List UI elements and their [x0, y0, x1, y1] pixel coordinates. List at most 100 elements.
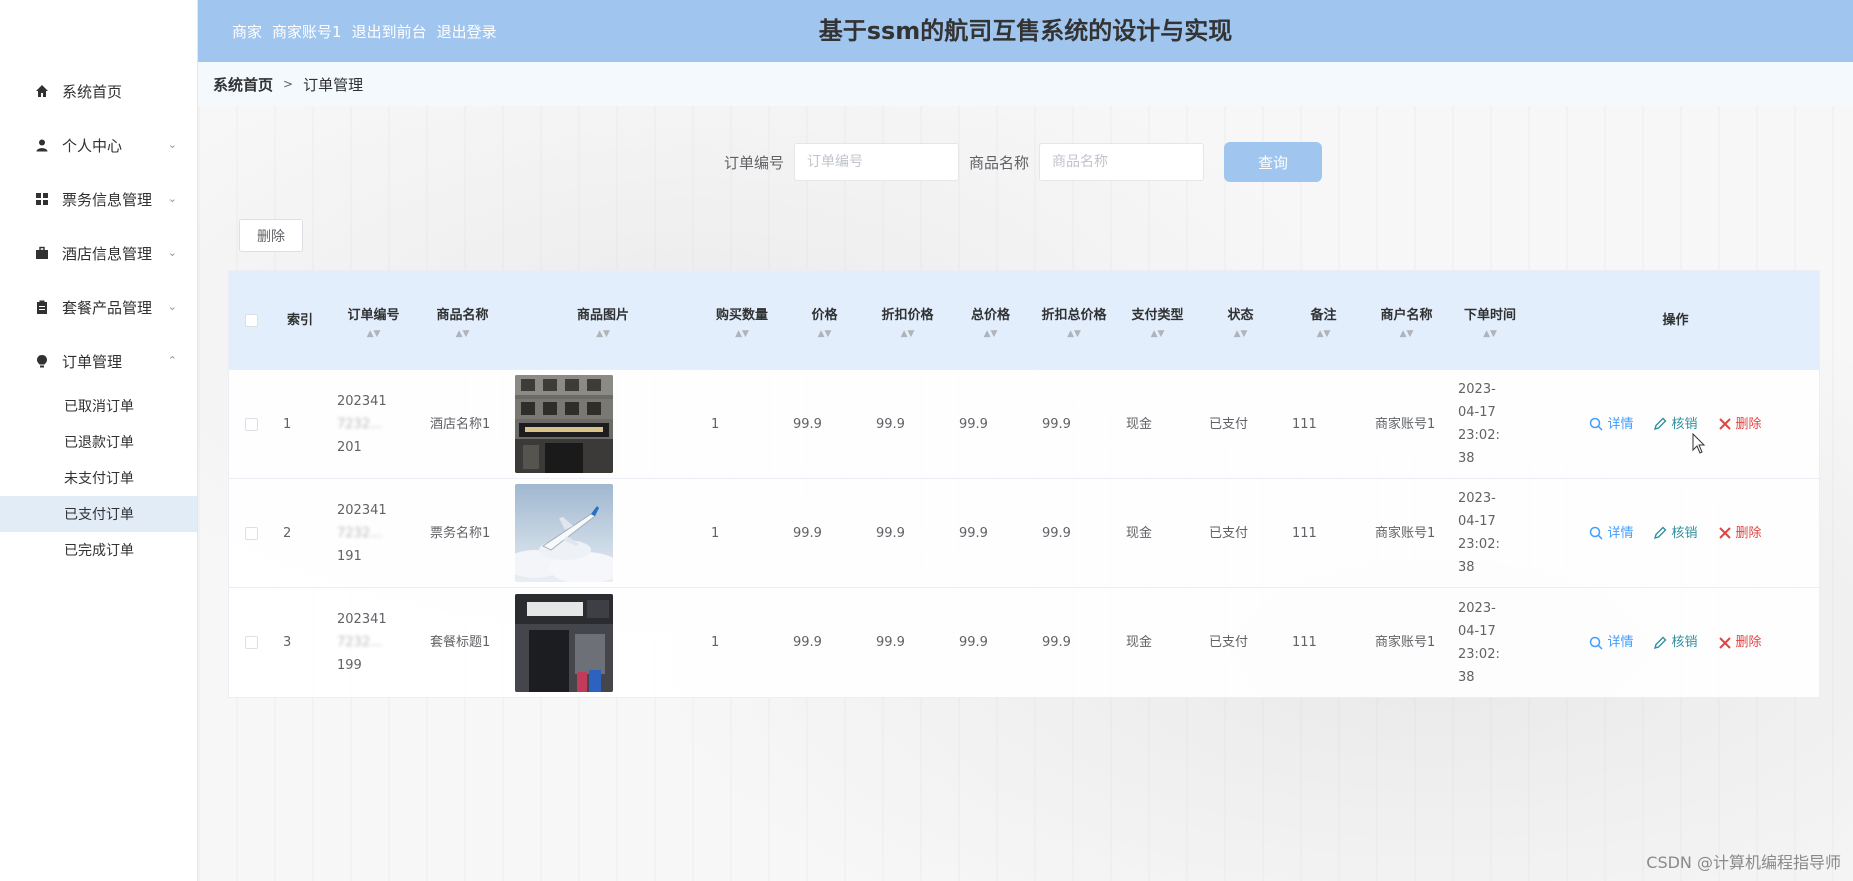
- query-button[interactable]: 查询: [1224, 142, 1323, 182]
- verify-button[interactable]: 核销: [1653, 631, 1698, 654]
- sort-icon[interactable]: ▲▼: [984, 329, 998, 339]
- verify-button[interactable]: 核销: [1653, 413, 1698, 436]
- row-checkbox[interactable]: [244, 417, 258, 431]
- sort-icon[interactable]: ▲▼: [596, 329, 610, 339]
- cell-merchant: 商家账号1: [1375, 525, 1436, 541]
- detail-button[interactable]: 详情: [1589, 522, 1633, 545]
- sort-icon[interactable]: ▲▼: [1317, 329, 1331, 339]
- search-icon: [1590, 636, 1603, 650]
- col-header-product-img[interactable]: 商品图片 ▲▼: [505, 271, 701, 369]
- product-name-input[interactable]: [1039, 143, 1205, 181]
- submenu-item-completed[interactable]: 已完成订单: [0, 532, 197, 568]
- product-thumbnail-hotel[interactable]: [515, 375, 613, 473]
- verify-button[interactable]: 核销: [1653, 522, 1698, 545]
- order-no-line: 202341: [337, 612, 387, 627]
- sidebar-item-label: 个人中心: [62, 136, 123, 155]
- sort-icon[interactable]: ▲▼: [367, 329, 381, 339]
- cell-pay-type: 现金: [1126, 525, 1153, 541]
- col-header-merchant[interactable]: 商户名称 ▲▼: [1365, 271, 1448, 369]
- product-thumbnail-plane[interactable]: [515, 484, 613, 582]
- batch-delete-button[interactable]: 删除: [239, 219, 303, 252]
- row-checkbox[interactable]: [244, 636, 258, 649]
- breadcrumb: 系统首页 > 订单管理: [198, 62, 1853, 106]
- delete-button[interactable]: 删除: [1718, 413, 1762, 436]
- submenu-item-unpaid[interactable]: 未支付订单: [0, 460, 197, 496]
- row-checkbox[interactable]: [244, 526, 258, 540]
- logout-link[interactable]: 退出登录: [437, 21, 497, 42]
- time-line: 23:02:: [1458, 428, 1500, 443]
- cell-pay-type: 现金: [1126, 416, 1153, 432]
- top-header: 基于ssm的航司互售系统的设计与实现 商家 商家账号1 退出到前台 退出登录: [198, 0, 1853, 62]
- col-header-discount-price[interactable]: 折扣价格 ▲▼: [866, 271, 949, 369]
- col-header-note[interactable]: 备注 ▲▼: [1282, 271, 1365, 369]
- breadcrumb-home[interactable]: 系统首页: [213, 74, 273, 95]
- cell-ops: 详情 核销 删除: [1532, 588, 1819, 697]
- sort-icon[interactable]: ▲▼: [818, 329, 832, 339]
- col-header-total-price[interactable]: 总价格 ▲▼: [949, 271, 1032, 369]
- time-line: 38: [1458, 560, 1475, 575]
- time-line: 04-17: [1458, 623, 1496, 639]
- delete-button[interactable]: 删除: [1718, 631, 1762, 654]
- col-header-order-time[interactable]: 下单时间 ▲▼: [1448, 271, 1532, 369]
- cell-index: 3: [283, 635, 292, 650]
- col-header-label: 商品图片: [576, 307, 629, 323]
- sidebar-item-packages[interactable]: 套餐产品管理 ⌄: [0, 280, 197, 334]
- submenu-item-paid[interactable]: 已支付订单: [0, 496, 197, 532]
- time-line: 04-17: [1458, 514, 1496, 529]
- col-header-index-label: 索引: [286, 312, 313, 328]
- sort-icon[interactable]: ▲▼: [1151, 329, 1165, 339]
- sidebar-item-hotels[interactable]: 酒店信息管理 ⌄: [0, 226, 197, 280]
- cell-merchant: 商家账号1: [1375, 416, 1436, 432]
- delete-button[interactable]: 删除: [1718, 522, 1762, 545]
- chevron-down-icon: ⌄: [167, 300, 177, 313]
- sidebar-item-orders[interactable]: 订单管理 ⌃: [0, 334, 197, 388]
- submenu-item-refunded[interactable]: 已退款订单: [0, 424, 197, 460]
- col-header-label: 商户名称: [1380, 307, 1433, 323]
- sidebar-item-tickets[interactable]: 票务信息管理 ⌄: [0, 172, 197, 226]
- col-header-product-name[interactable]: 商品名称 ▲▼: [420, 271, 505, 369]
- col-header-pay-type[interactable]: 支付类型 ▲▼: [1116, 271, 1199, 369]
- cell-price: 99.9: [793, 416, 822, 432]
- sort-icon[interactable]: ▲▼: [1067, 329, 1081, 339]
- cell-order-time: 2023- 04-17 23:02: 38: [1448, 479, 1532, 587]
- exit-to-front-link[interactable]: 退出到前台: [352, 21, 427, 42]
- submenu-item-cancelled[interactable]: 已取消订单: [0, 388, 197, 424]
- user-name: 商家账号1: [272, 22, 342, 41]
- col-header-qty[interactable]: 购买数量 ▲▼: [701, 271, 783, 369]
- sort-icon[interactable]: ▲▼: [901, 329, 915, 339]
- order-no-input[interactable]: [794, 143, 960, 181]
- main-content: 订单编号 商品名称 查询 删除 索引 订单编号 ▲▼ 商品名称 ▲▼ 商品图片 ▲▼ …: [198, 106, 1853, 881]
- sidebar-item-profile[interactable]: 个人中心 ⌄: [0, 118, 197, 172]
- sort-icon[interactable]: ▲▼: [1483, 329, 1497, 339]
- col-header-discount-total[interactable]: 折扣总价格 ▲▼: [1032, 271, 1116, 369]
- col-header-status[interactable]: 状态 ▲▼: [1199, 271, 1282, 369]
- cell-note: 111: [1292, 416, 1317, 432]
- sort-icon[interactable]: ▲▼: [1400, 329, 1414, 339]
- cell-discount-total: 99.9: [1042, 525, 1071, 541]
- detail-button[interactable]: 详情: [1589, 631, 1633, 654]
- col-header-label: 操作: [1662, 312, 1689, 328]
- col-header-label: 折扣总价格: [1041, 307, 1107, 323]
- chevron-down-icon: ⌄: [167, 138, 177, 151]
- sort-icon[interactable]: ▲▼: [735, 329, 749, 339]
- col-header-price[interactable]: 价格 ▲▼: [783, 271, 866, 369]
- detail-button[interactable]: 详情: [1589, 413, 1633, 436]
- select-all-checkbox-cell: [229, 271, 273, 369]
- col-header-order-no[interactable]: 订单编号 ▲▼: [327, 271, 420, 369]
- product-thumbnail-storefront[interactable]: [515, 593, 613, 692]
- order-no-line: 7232...: [337, 416, 383, 432]
- sort-icon[interactable]: ▲▼: [1234, 329, 1248, 339]
- cell-status: 已支付: [1209, 416, 1249, 432]
- grid-icon: [34, 191, 50, 207]
- cell-product-name: 酒店名称1: [430, 416, 491, 432]
- col-header-label: 总价格: [970, 307, 1010, 323]
- verify-label: 核销: [1671, 525, 1698, 541]
- user-icon: [34, 137, 50, 153]
- detail-label: 详情: [1607, 525, 1634, 541]
- sidebar-item-home[interactable]: 系统首页: [0, 64, 197, 118]
- table-row: 1 202341 7232... 201 酒店名称1 1 99.9 99.9 9…: [229, 370, 1819, 479]
- lightbulb-icon: [34, 353, 50, 369]
- select-all-checkbox[interactable]: [244, 313, 258, 327]
- cell-qty: 1: [711, 416, 720, 432]
- sort-icon[interactable]: ▲▼: [456, 329, 470, 339]
